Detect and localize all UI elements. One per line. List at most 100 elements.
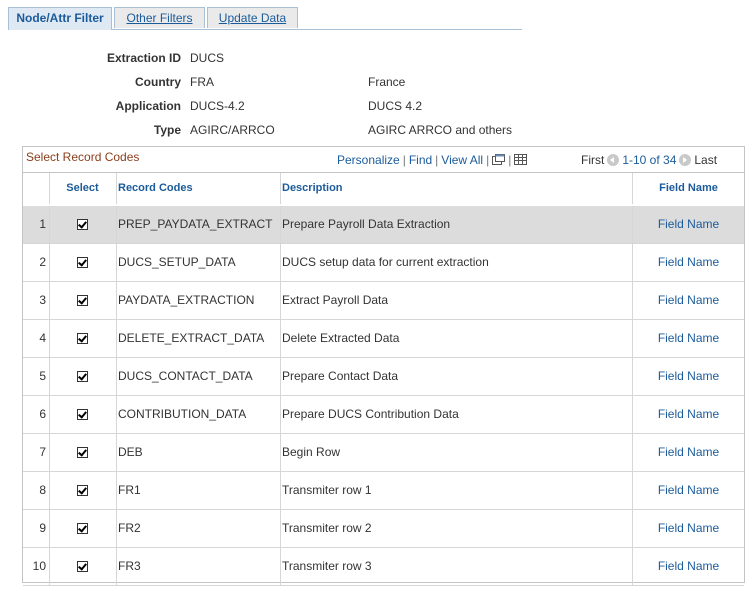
next-arrow-icon[interactable] <box>679 154 692 166</box>
new-window-icon[interactable] <box>492 153 506 165</box>
record-code: CONTRIBUTION_DATA <box>118 407 247 421</box>
column-divider <box>632 434 633 471</box>
column-divider <box>116 358 117 395</box>
separator: | <box>435 153 439 167</box>
select-checkbox[interactable] <box>77 447 88 458</box>
country-label: Country <box>135 75 181 89</box>
select-checkbox[interactable] <box>77 219 88 230</box>
tab-update-data-label: Update Data <box>218 11 287 25</box>
select-checkbox[interactable] <box>77 257 88 268</box>
field-name-link[interactable]: Field Name <box>633 282 744 319</box>
column-divider <box>49 434 50 471</box>
row-number: 2 <box>39 255 46 269</box>
view-all-link[interactable]: View All <box>441 153 483 167</box>
personalize-link[interactable]: Personalize <box>337 153 400 167</box>
type-row: Type AGIRC/ARRCO AGIRC ARRCO and others <box>0 122 756 138</box>
column-divider <box>280 244 281 281</box>
column-header-select: Select <box>66 182 99 194</box>
select-checkbox[interactable] <box>77 333 88 344</box>
field-name-link[interactable]: Field Name <box>633 358 744 395</box>
row-number: 9 <box>39 521 46 535</box>
record-code: FR2 <box>118 521 141 535</box>
separator: | <box>486 153 490 167</box>
column-divider <box>632 206 633 243</box>
record-description: Transmiter row 2 <box>282 521 372 535</box>
column-divider <box>49 173 50 204</box>
country-description: France <box>368 75 406 89</box>
field-name-link[interactable]: Field Name <box>633 472 744 509</box>
record-description: Prepare Payroll Data Extraction <box>282 217 451 231</box>
column-divider <box>49 206 50 243</box>
table-row[interactable]: 3 PAYDATA_EXTRACTION Extract Payroll Data F… <box>23 282 744 320</box>
row-number: 1 <box>39 217 46 231</box>
row-number: 3 <box>39 293 46 307</box>
column-divider <box>280 173 281 204</box>
column-divider <box>116 206 117 243</box>
column-divider <box>632 472 633 509</box>
tab-strip: Node/Attr Filter Other Filters Update Da… <box>8 7 522 30</box>
table-row[interactable]: 8 FR1 Transmiter row 1 Field Name <box>23 472 744 510</box>
last-label[interactable]: Last <box>694 153 717 167</box>
column-divider <box>632 173 633 204</box>
spreadsheet-icon[interactable] <box>514 153 528 165</box>
column-header-description[interactable]: Description <box>282 173 343 204</box>
column-divider <box>632 282 633 319</box>
record-description: Prepare Contact Data <box>282 369 399 383</box>
row-range: 1-10 of 34 <box>622 153 677 167</box>
field-name-link[interactable]: Field Name <box>633 244 744 281</box>
field-name-link[interactable]: Field Name <box>633 206 744 243</box>
table-row[interactable]: 9 FR2 Transmiter row 2 Field Name <box>23 510 744 548</box>
record-description: Transmiter row 3 <box>282 559 372 573</box>
record-code: PREP_PAYDATA_EXTRACT <box>118 217 273 231</box>
extraction-id-row: Extraction ID DUCS <box>0 50 756 66</box>
field-name-link[interactable]: Field Name <box>633 320 744 357</box>
separator: | <box>508 153 512 167</box>
field-name-link[interactable]: Field Name <box>633 396 744 433</box>
column-divider <box>280 434 281 471</box>
row-number: 8 <box>39 483 46 497</box>
column-divider <box>116 472 117 509</box>
tab-update-data[interactable]: Update Data <box>207 7 298 28</box>
select-checkbox[interactable] <box>77 409 88 420</box>
tab-node-attr-filter[interactable]: Node/Attr Filter <box>8 7 112 30</box>
select-checkbox[interactable] <box>77 295 88 306</box>
field-name-link[interactable]: Field Name <box>633 510 744 547</box>
application-row: Application DUCS-4.2 DUCS 4.2 <box>0 98 756 114</box>
first-label[interactable]: First <box>581 153 604 167</box>
table-row[interactable]: 5 DUCS_CONTACT_DATA Prepare Contact Data Fi… <box>23 358 744 396</box>
select-checkbox[interactable] <box>77 485 88 496</box>
column-divider <box>116 244 117 281</box>
row-number: 10 <box>32 559 46 573</box>
table-row[interactable]: 2 DUCS_SETUP_DATA DUCS setup data for curr… <box>23 244 744 282</box>
record-description: Extract Payroll Data <box>282 293 389 307</box>
column-divider <box>49 320 50 357</box>
column-divider <box>116 282 117 319</box>
record-description: Delete Extracted Data <box>282 331 400 345</box>
record-codes-grid: Select Record Codes Personalize | Find | Vie… <box>22 146 745 586</box>
table-row[interactable]: 1 PREP_PAYDATA_EXTRACT Prepare Payroll Dat… <box>23 206 744 244</box>
column-divider <box>116 510 117 547</box>
column-divider <box>632 396 633 433</box>
select-checkbox[interactable] <box>77 561 88 572</box>
tab-other-filters[interactable]: Other Filters <box>114 7 205 28</box>
record-code: DEB <box>118 445 143 459</box>
previous-arrow-icon[interactable] <box>607 154 620 166</box>
find-link[interactable]: Find <box>409 153 432 167</box>
country-row: Country FRA France <box>0 74 756 90</box>
application-code: DUCS-4.2 <box>190 99 245 113</box>
row-number: 7 <box>39 445 46 459</box>
select-checkbox[interactable] <box>77 371 88 382</box>
select-checkbox[interactable] <box>77 523 88 534</box>
table-row[interactable]: 7 DEB Begin Row Field Name <box>23 434 744 472</box>
country-code: FRA <box>190 75 214 89</box>
field-name-link[interactable]: Field Name <box>633 548 744 585</box>
column-divider <box>49 244 50 281</box>
table-row[interactable]: 10 FR3 Transmiter row 3 Field Name <box>23 548 744 586</box>
extraction-id-value: DUCS <box>190 51 225 65</box>
separator: | <box>402 153 406 167</box>
field-name-link[interactable]: Field Name <box>633 434 744 471</box>
grid-toolbar: Personalize | Find | View All | | <box>337 152 528 168</box>
table-row[interactable]: 6 CONTRIBUTION_DATA Prepare DUCS Contribut… <box>23 396 744 434</box>
column-header-record-codes[interactable]: Record Codes <box>118 173 193 204</box>
table-row[interactable]: 4 DELETE_EXTRACT_DATA Delete Extracted Dat… <box>23 320 744 358</box>
